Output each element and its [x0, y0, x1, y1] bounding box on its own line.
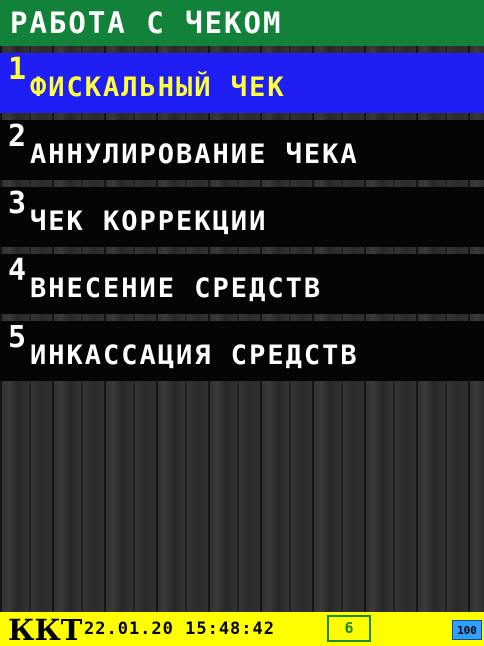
menu-item-label: ВНЕСЕНИЕ СРЕДСТВ	[30, 273, 323, 304]
menu-item-number: 1	[8, 52, 27, 87]
device-screen: РАБОТА С ЧЕКОМ 1 ФИСКАЛЬНЫЙ ЧЕК 2 АННУЛИ…	[0, 0, 484, 646]
menu-item-cash-deposit[interactable]: 4 ВНЕСЕНИЕ СРЕДСТВ	[0, 254, 484, 314]
battery-icon: 100	[452, 620, 482, 640]
menu-item-label: ИНКАССАЦИЯ СРЕДСТВ	[30, 340, 359, 371]
datetime: 22.01.20 15:48:42	[84, 619, 275, 639]
menu-item-label: АННУЛИРОВАНИЕ ЧЕКА	[30, 139, 359, 170]
menu-item-label: ЧЕК КОРРЕКЦИИ	[30, 206, 268, 237]
menu-item-fiscal-receipt[interactable]: 1 ФИСКАЛЬНЫЙ ЧЕК	[0, 53, 484, 113]
menu-item-correction-receipt[interactable]: 3 ЧЕК КОРРЕКЦИИ	[0, 187, 484, 247]
menu-item-cash-collection[interactable]: 5 ИНКАССАЦИЯ СРЕДСТВ	[0, 321, 484, 381]
menu-item-label: ФИСКАЛЬНЫЙ ЧЕК	[30, 72, 286, 103]
page-title-text: РАБОТА С ЧЕКОМ	[10, 6, 283, 40]
menu-item-number: 4	[8, 253, 27, 288]
device-label: ККТ	[8, 613, 83, 646]
status-bar: ККТ 22.01.20 15:48:42 6 100	[0, 612, 484, 646]
page-title: РАБОТА С ЧЕКОМ	[0, 0, 484, 46]
menu-item-number: 3	[8, 186, 27, 221]
counter-badge: 6	[327, 615, 371, 642]
menu-item-number: 5	[8, 320, 27, 355]
menu-item-cancel-receipt[interactable]: 2 АННУЛИРОВАНИЕ ЧЕКА	[0, 120, 484, 180]
menu-item-number: 2	[8, 119, 27, 154]
